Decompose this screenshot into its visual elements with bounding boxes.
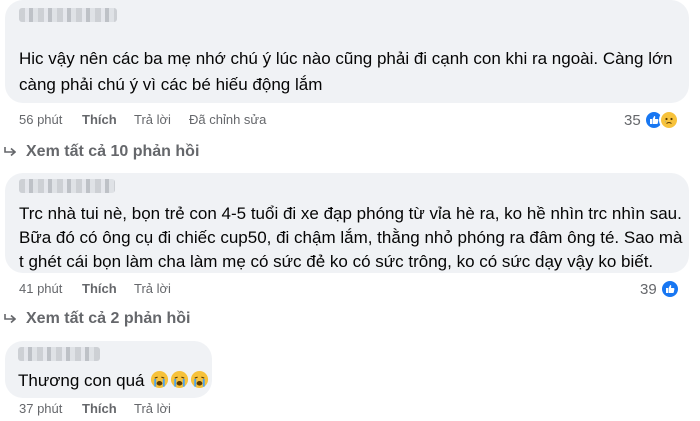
comment-time[interactable]: 41 phút (19, 281, 62, 296)
reply-button[interactable]: Trả lời (134, 112, 171, 127)
like-icon (659, 279, 680, 299)
comment-bubble: Trc nhà tui nè, bọn trẻ con 4-5 tuổi đi … (5, 173, 689, 273)
like-button[interactable]: Thích (82, 401, 117, 416)
comment-bubble: Hic vậy nên các ba mẹ nhớ chú ý lúc nào … (5, 0, 689, 103)
author-name-redacted[interactable] (18, 347, 100, 361)
comment-bubble: Thương con quá (5, 341, 212, 398)
crying-face-icon (171, 370, 189, 389)
view-replies-label: Xem tất cả 2 phản hồi (26, 310, 191, 327)
comment-text-line: Bữa đó có ông cụ đi chiếc cup50, đi chậm… (19, 228, 683, 247)
comment-text-line: t ghét cái bọn làm cha làm mẹ có sức đẻ … (19, 252, 654, 271)
comment-actions: 56 phút Thích Trả lời Đã chỉnh sửa (19, 112, 319, 128)
comment-text: Thương con quá (18, 371, 145, 390)
comment-text-line: Trc nhà tui nè, bọn trẻ con 4-5 tuổi đi … (19, 204, 682, 223)
view-replies-link[interactable]: Xem tất cả 2 phản hồi (4, 310, 190, 328)
edited-label: Đã chỉnh sửa (189, 112, 267, 127)
crying-face-icon (151, 370, 169, 389)
comment-text-line: Thương con quá (18, 368, 209, 393)
comment-actions: 37 phút Thích Trả lời (19, 401, 319, 417)
comment-actions: 41 phút Thích Trả lời (19, 281, 319, 297)
sad-icon (658, 110, 679, 130)
comment-text-line: càng phải chú ý vì các bé hiếu động lắm (19, 75, 323, 94)
comment-text-line: Hic vậy nên các ba mẹ nhớ chú ý lúc nào … (19, 49, 673, 68)
crying-face-icon (191, 370, 209, 389)
view-replies-label: Xem tất cả 10 phản hồi (26, 143, 200, 160)
reply-arrow-icon (4, 147, 16, 157)
reaction-count: 39 (640, 280, 657, 298)
view-replies-link[interactable]: Xem tất cả 10 phản hồi (4, 143, 199, 161)
author-name-redacted[interactable] (19, 8, 117, 22)
reaction-count: 35 (624, 111, 641, 129)
comment-time[interactable]: 37 phút (19, 401, 62, 416)
like-button[interactable]: Thích (82, 112, 117, 127)
reply-button[interactable]: Trả lời (134, 401, 171, 416)
reaction-summary[interactable]: 39 (640, 279, 680, 299)
like-button[interactable]: Thích (82, 281, 117, 296)
author-name-redacted[interactable] (19, 179, 115, 193)
comment-time[interactable]: 56 phút (19, 112, 62, 127)
reaction-summary[interactable]: 35 (624, 110, 679, 130)
reply-button[interactable]: Trả lời (134, 281, 171, 296)
reply-arrow-icon (4, 314, 16, 324)
